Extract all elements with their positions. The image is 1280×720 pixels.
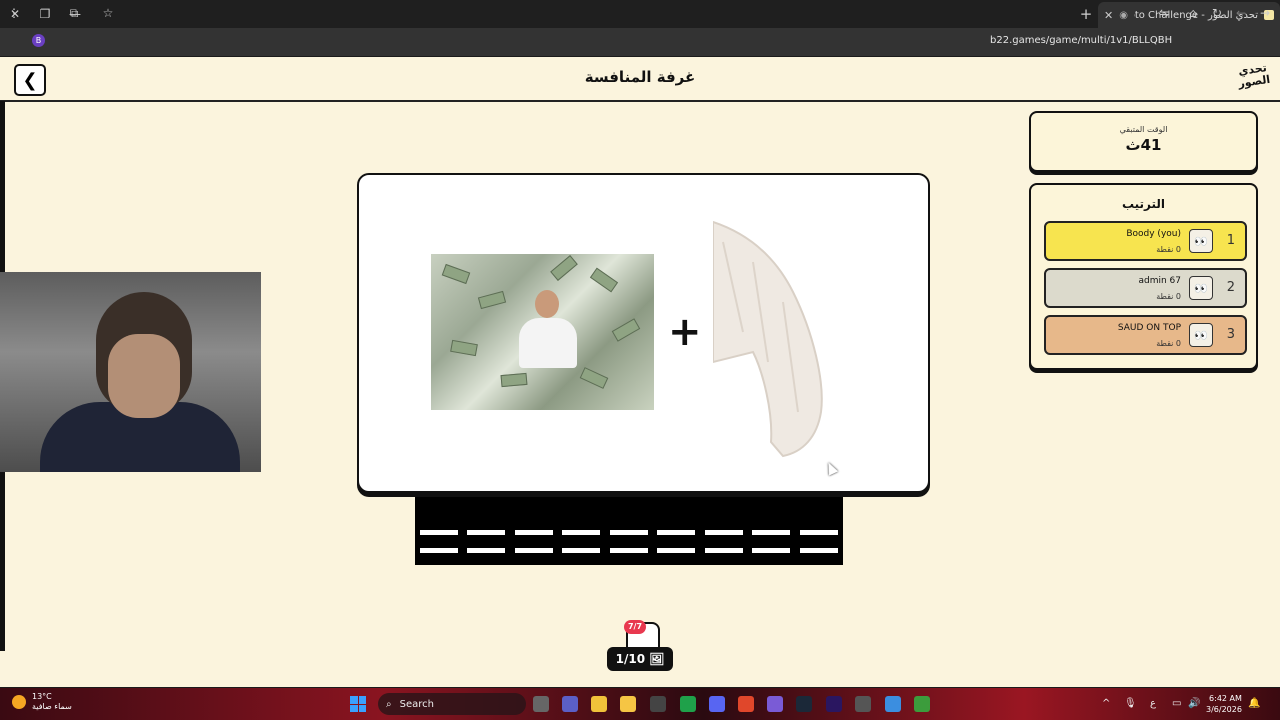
menu-icon[interactable]: ⋮: [2, 6, 26, 20]
player-name: Boody (you): [1126, 229, 1181, 239]
steam-icon[interactable]: [796, 696, 812, 712]
system-clock[interactable]: 6:42 AM 3/6/2026: [1206, 693, 1242, 715]
chrome-icon[interactable]: [885, 696, 901, 712]
search-icon: ⌕: [386, 698, 392, 710]
answer-slot[interactable]: [562, 530, 600, 535]
minecraft-icon[interactable]: [914, 696, 930, 712]
new-tab-icon[interactable]: +: [1076, 4, 1096, 24]
back-arrow-icon[interactable]: ←: [1229, 6, 1253, 20]
round-counter: 1/10 🖼: [607, 647, 673, 671]
answer-slot[interactable]: [420, 530, 458, 535]
clock-date: 3/6/2026: [1206, 705, 1242, 714]
round-counter-text: 1/10: [615, 652, 646, 666]
language-indicator[interactable]: ع: [1150, 698, 1156, 709]
answer-slot[interactable]: [800, 530, 838, 535]
weather-temp: 13°C: [32, 692, 52, 701]
bookmark-star-icon[interactable]: ☆: [96, 6, 120, 20]
answer-slot[interactable]: [705, 530, 743, 535]
home-icon[interactable]: ⌂: [1181, 6, 1205, 20]
forward-arrow-icon[interactable]: →: [1253, 6, 1277, 20]
windows-start-icon[interactable]: [350, 696, 366, 712]
clock-time: 6:42 AM: [1209, 694, 1242, 703]
leaderboard-title: الترتيب: [1121, 197, 1166, 211]
microphone-icon[interactable]: 🎙: [1124, 698, 1137, 709]
calculator-icon[interactable]: [650, 696, 666, 712]
answer-slot[interactable]: [467, 548, 505, 553]
reload-icon[interactable]: ↻: [1205, 6, 1229, 20]
answer-slot[interactable]: [752, 530, 790, 535]
weather-widget[interactable]: 13°C سماء صافية: [12, 692, 72, 712]
rank-number: 3: [1226, 327, 1235, 342]
plus-operator: +: [668, 309, 702, 355]
image-icon: 🖼: [649, 652, 665, 666]
answer-slot[interactable]: [610, 548, 648, 553]
answer-slot[interactable]: [515, 548, 553, 553]
teams-icon[interactable]: [562, 696, 578, 712]
puzzle-image-sweater: [713, 220, 823, 458]
player-points: 0 نقطة: [1156, 292, 1181, 301]
answer-slot[interactable]: [800, 548, 838, 553]
player-avatar-icon: 👀: [1189, 276, 1213, 300]
answer-slot[interactable]: [752, 548, 790, 553]
answer-slot[interactable]: [657, 530, 695, 535]
answer-slot[interactable]: [467, 530, 505, 535]
answer-slot[interactable]: [657, 548, 695, 553]
xbox-icon[interactable]: [680, 696, 696, 712]
answer-slot[interactable]: [610, 530, 648, 535]
profile-avatar[interactable]: B: [32, 34, 45, 47]
task-view-icon[interactable]: [533, 696, 549, 712]
answer-slot[interactable]: [420, 548, 458, 553]
store-icon[interactable]: [620, 696, 636, 712]
volume-icon[interactable]: 🔊: [1188, 698, 1200, 709]
player-avatar-icon: 👀: [1189, 323, 1213, 347]
leaderboard-row: 2 👀 admin 67 0 نقطة: [1044, 268, 1247, 308]
url-field[interactable]: b22.games/game/multi/1v1/BLLQBH: [990, 35, 1172, 46]
taskbar-search[interactable]: ⌕ Search: [378, 693, 526, 715]
weather-desc: سماء صافية: [32, 702, 72, 711]
webcam-overlay: [0, 272, 261, 472]
game-logo[interactable]: تحدي الصور: [1232, 61, 1276, 98]
answer-slot[interactable]: [515, 530, 553, 535]
clock-app-icon[interactable]: [855, 696, 871, 712]
extensions-icon[interactable]: ⧉: [62, 6, 86, 21]
leaderboard-row: 1 👀 Boody (you) 0 نقطة: [1044, 221, 1247, 261]
timer-card: الوقت المتبقي 41ث: [1029, 111, 1258, 172]
discord-icon[interactable]: [709, 696, 725, 712]
player-name: admin 67: [1138, 276, 1181, 286]
timer-value: 41ث: [1125, 136, 1162, 154]
rank-number: 1: [1226, 233, 1235, 248]
puzzle-image-money: [431, 254, 654, 410]
tray-chevron-icon[interactable]: ^: [1102, 698, 1110, 709]
back-button[interactable]: ❮: [14, 64, 46, 96]
premiere-icon[interactable]: [826, 696, 842, 712]
hint-count-badge: 7/7: [624, 620, 646, 634]
search-label: Search: [399, 698, 434, 710]
weather-icon: [12, 695, 26, 709]
timer-label: الوقت المتبقي: [1119, 125, 1168, 134]
chevron-left-icon: ❮: [22, 69, 38, 91]
page-title: غرفة المنافسة: [584, 68, 696, 86]
answer-input-area[interactable]: [415, 497, 843, 565]
rank-number: 2: [1226, 280, 1235, 295]
tab-volume-icon: ◉: [1119, 9, 1128, 21]
site-settings-icon[interactable]: ⇋: [1152, 6, 1176, 20]
leaderboard-row: 3 👀 SAUD ON TOP 0 نقطة: [1044, 315, 1247, 355]
answer-slot[interactable]: [705, 548, 743, 553]
player-avatar-icon: 👀: [1189, 229, 1213, 253]
close-tab-icon[interactable]: ✕: [1104, 9, 1113, 22]
player-name: SAUD ON TOP: [1117, 323, 1181, 333]
restore-window-icon[interactable]: ❐: [30, 0, 60, 28]
taskbar: [0, 688, 1280, 720]
answer-slot[interactable]: [562, 548, 600, 553]
network-icon[interactable]: ▭: [1172, 698, 1181, 709]
player-points: 0 نقطة: [1156, 245, 1181, 254]
file-explorer-icon[interactable]: [591, 696, 607, 712]
notification-bell-icon[interactable]: 🔔: [1248, 698, 1260, 709]
player-points: 0 نقطة: [1156, 339, 1181, 348]
leaderboard: الترتيب 1 👀 Boody (you) 0 نقطة 2 👀 admin…: [1029, 183, 1258, 370]
brave-icon[interactable]: [738, 696, 754, 712]
app-icon[interactable]: [767, 696, 783, 712]
